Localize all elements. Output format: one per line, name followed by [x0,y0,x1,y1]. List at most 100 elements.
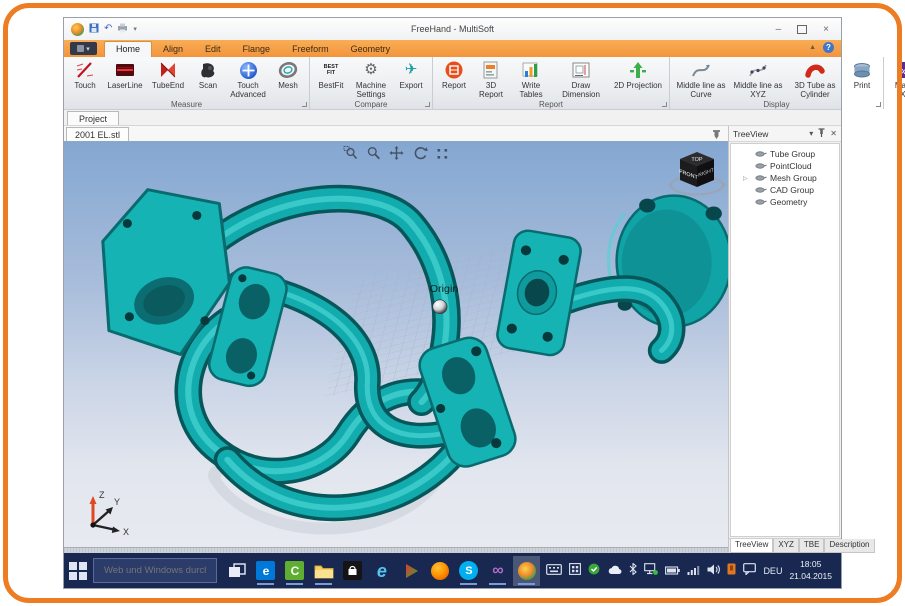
battery-icon[interactable] [665,562,680,580]
print-icon[interactable] [117,23,128,36]
zoom-icon[interactable] [367,146,381,165]
tab-treeview[interactable]: TreeView [730,539,773,553]
middle-line-xyz-button[interactable]: Middle line as XYZ [730,59,786,99]
minimize-button[interactable]: – [776,24,782,35]
pan-icon[interactable] [390,146,404,165]
bestfit-button[interactable]: BEST FIT BestFit [313,59,349,99]
dialog-launcher-icon[interactable] [425,102,430,107]
touch-keyboard-icon[interactable] [546,562,562,580]
camtasia-icon[interactable]: C [281,556,308,586]
file-explorer-icon[interactable] [310,556,337,586]
volume-icon[interactable] [707,562,720,580]
view-cube[interactable]: TOP FRONT RIGHT [668,147,726,206]
ribbon-tab-flange[interactable]: Flange [232,42,282,57]
zoom-window-icon[interactable] [344,146,358,165]
tab-xyz[interactable]: XYZ [773,539,799,553]
tube-as-cylinder-button[interactable]: 3D Tube as Cylinder [787,59,843,99]
undo-icon[interactable]: ↶ [104,24,112,34]
report-button[interactable]: Report [436,59,472,99]
freehand-app-icon[interactable] [513,556,540,586]
mesh-button[interactable]: Mesh [270,59,306,99]
scan-button[interactable]: Scan [190,59,226,99]
app-grid-icon[interactable] [569,562,581,580]
application-menu-button[interactable]: ▾ [70,42,97,55]
fit-view-icon[interactable] [437,147,449,165]
report-3d-button[interactable]: 3D Report [473,59,509,99]
button-label: Report [442,82,466,91]
media-player-icon[interactable] [397,556,424,586]
axis-z-label: Z [99,490,105,500]
maximize-button[interactable] [797,25,807,34]
ribbon-group-manual: xyz Manual XYZ Manual TBE Manual [884,57,905,109]
start-button[interactable] [69,559,87,583]
visual-studio-icon[interactable]: ∞ [484,556,511,586]
button-label: Touch Advanced [227,82,269,99]
language-indicator[interactable]: DEU [763,566,782,576]
ribbon-tab-geometry[interactable]: Geometry [340,42,402,57]
dialog-launcher-icon[interactable] [876,102,881,107]
export-button[interactable]: ✈ Export [393,59,429,99]
manual-xyz-button[interactable]: xyz Manual XYZ [887,59,905,99]
rotate-icon[interactable] [413,146,428,165]
origin-label: Origin [430,283,459,295]
ribbon-tab-home[interactable]: Home [104,41,152,57]
button-label: 3D Report [473,82,509,99]
panel-pin-icon[interactable] [818,128,825,139]
firefox-icon[interactable] [426,556,453,586]
action-center-icon[interactable] [743,562,756,580]
touch-button[interactable]: Touch [67,59,103,99]
skype-icon[interactable]: S [455,556,482,586]
tree-item-cad-group[interactable]: CAD Group [731,184,839,196]
bluetooth-icon[interactable] [629,562,637,580]
task-view-button[interactable] [223,556,250,586]
project-tab[interactable]: Project [67,111,119,125]
taskbar-clock[interactable]: 18:05 21.04.2015 [789,559,832,581]
viewport-bottom-scrollbar[interactable] [64,547,728,553]
tree-item-geometry[interactable]: Geometry [731,196,839,208]
tree-item-pointcloud[interactable]: PointCloud [731,160,839,172]
internet-explorer-icon[interactable]: e [368,556,395,586]
ribbon-tab-freeform[interactable]: Freeform [281,42,340,57]
ribbon-collapse-icon[interactable]: ▲ [809,44,816,51]
axis-y-label: Y [114,497,120,507]
middle-line-curve-button[interactable]: Middle line as Curve [673,59,729,99]
qat-customize-caret-icon[interactable]: ▾ [133,26,137,33]
tree-expander-icon[interactable]: ▷ [743,175,748,182]
tab-description[interactable]: Description [824,539,874,553]
laserline-button[interactable]: LaserLine [104,59,146,99]
signal-icon[interactable] [687,562,700,580]
ribbon-tab-edit[interactable]: Edit [194,42,232,57]
close-button[interactable]: × [823,24,829,35]
legacy-tray-icon[interactable] [727,562,736,580]
search-input[interactable] [102,564,208,577]
save-icon[interactable] [89,23,99,36]
write-tables-button[interactable]: Write Tables [510,59,552,99]
taskbar-search-box[interactable] [93,558,217,583]
panel-close-icon[interactable]: ✕ [830,129,837,138]
document-tab[interactable]: 2001 EL.stl [66,127,129,141]
viewport-3d[interactable]: Origin [64,141,728,553]
touch-advanced-button[interactable]: Touch Advanced [227,59,269,99]
tab-tbe[interactable]: TBE [799,539,825,553]
touch-icon [75,59,95,81]
edge-icon[interactable]: e [252,556,279,586]
windows-store-icon[interactable] [339,556,366,586]
network-icon[interactable] [644,562,658,580]
help-button[interactable]: ? [823,42,834,53]
machine-settings-button[interactable]: ⚙ Machine Settings [350,59,392,99]
print-display-button[interactable]: Print [844,59,880,99]
onedrive-cloud-icon[interactable] [607,562,622,580]
export-plane-icon: ✈ [405,59,418,81]
projection-2d-button[interactable]: 2D Projection [610,59,666,99]
tubeend-button[interactable]: TubeEnd [147,59,189,99]
tree-item-tube-group[interactable]: Tube Group [731,148,839,160]
panel-dropdown-icon[interactable]: ▾ [809,129,813,138]
ribbon-tab-align[interactable]: Align [152,42,194,57]
draw-dimension-button[interactable]: Draw Dimension [553,59,609,99]
defender-icon[interactable] [588,562,600,580]
dialog-launcher-icon[interactable] [302,102,307,107]
dialog-launcher-icon[interactable] [662,102,667,107]
tree-item-mesh-group[interactable]: ▷ Mesh Group [731,172,839,184]
button-label: 3D Tube as Cylinder [787,82,843,99]
axes-indicator: Z Y X [80,488,134,541]
